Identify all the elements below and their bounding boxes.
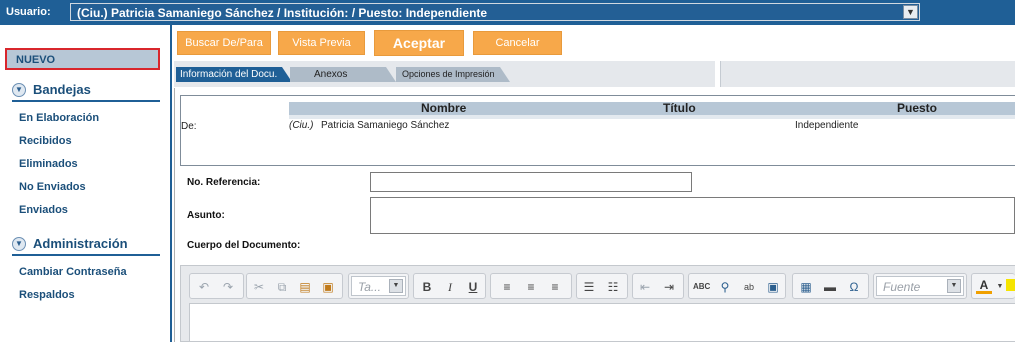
asunto-label: Asunto: [187,210,225,221]
align-center-icon[interactable]: ≡ [523,279,539,295]
tab-informacion[interactable]: Información del Docu. [176,67,292,82]
chevron-down-icon[interactable]: ▼ [389,279,403,293]
paste-icon[interactable]: ▤ [297,279,313,295]
spellcheck-icon[interactable]: ABC [693,279,710,295]
collapse-icon[interactable]: ▼ [12,237,26,251]
collapse-icon[interactable]: ▼ [12,83,26,97]
editor-group-align: ≡ ≡ ≡ [490,273,572,299]
sidebar-item-en-elaboracion[interactable]: En Elaboración [19,112,99,124]
editor-group-color: A ▼ [971,273,1015,299]
horizontal-rule-icon[interactable]: ▬ [822,279,838,295]
header-nombre: Nombre [421,101,467,115]
font-size-select[interactable]: Ta... ▼ [351,276,406,296]
editor-group-size: Ta... ▼ [348,273,409,299]
cut-icon[interactable]: ✂ [251,279,267,295]
recipient-prefix: (Ciu.) [289,120,314,131]
sidebar-item-recibidos[interactable]: Recibidos [19,135,72,147]
sidebar-item-eliminados[interactable]: Eliminados [19,158,78,170]
chevron-down-icon[interactable]: ▼ [903,5,918,19]
paste-word-icon[interactable]: ▣ [320,279,336,295]
outdent-icon[interactable]: ⇤ [637,279,653,295]
editor-toolbar: ↶ ↷ ✂ ⧉ ▤ ▣ Ta... ▼ B I U ≡ ≡ ≡ ☰ ☷ ⇤ ⇥ … [189,273,1015,301]
copy-icon[interactable]: ⧉ [274,279,290,295]
special-char-icon[interactable]: Ω [846,279,862,295]
indent-icon[interactable]: ⇥ [661,279,677,295]
align-left-icon[interactable]: ≡ [499,279,515,295]
font-family-select[interactable]: Fuente ▼ [876,276,964,296]
highlight-color-icon[interactable] [1006,279,1015,291]
tab-bar-extension [720,61,1015,87]
administracion-title: Administración [33,236,128,251]
bold-icon[interactable]: B [419,279,435,295]
cancelar-button[interactable]: Cancelar [473,31,562,55]
editor-group-font: Fuente ▼ [873,273,967,299]
referencia-label: No. Referencia: [187,177,261,188]
recipient-puesto: Independiente [795,120,859,131]
text-color-icon[interactable]: A [976,279,992,294]
editor-group-history: ↶ ↷ [189,273,244,299]
nuevo-label: NUEVO [16,54,56,66]
asunto-input[interactable] [370,197,1015,234]
cuerpo-label: Cuerpo del Documento: [187,240,301,251]
user-bar: Usuario: (Ciu.) Patricia Samaniego Sánch… [0,0,1015,25]
redo-icon[interactable]: ↷ [220,279,236,295]
editor-content-area[interactable] [189,303,1015,342]
tab-opciones-impresion[interactable]: Opciones de Impresión [396,67,510,82]
font-size-placeholder: Ta... [358,280,381,294]
sidebar: NUEVO ▼ Bandejas En Elaboración Recibido… [0,25,172,342]
find-icon[interactable]: ⚲ [717,279,733,295]
header-titulo: Título [663,101,696,115]
tab-anexos[interactable]: Anexos [290,67,396,82]
user-select[interactable]: (Ciu.) Patricia Samaniego Sánchez / Inst… [70,3,920,21]
user-select-value: (Ciu.) Patricia Samaniego Sánchez / Inst… [77,6,488,20]
sidebar-item-no-enviados[interactable]: No Enviados [19,181,86,193]
align-right-icon[interactable]: ≡ [547,279,563,295]
tab-informacion-label: Información del Docu. [180,69,278,80]
header-puesto: Puesto [897,101,938,115]
select-all-icon[interactable]: ▣ [765,279,781,295]
editor-group-style: B I U [413,273,486,299]
editor-group-insert: ▦ ▬ Ω [792,273,869,299]
numbered-list-icon[interactable]: ☰ [581,279,597,295]
tab-opciones-label: Opciones de Impresión [402,69,495,79]
buscar-de-para-button[interactable]: Buscar De/Para [177,31,271,55]
table-icon[interactable]: ▦ [798,279,814,295]
sidebar-item-respaldos[interactable]: Respaldos [19,289,75,301]
administracion-header[interactable]: ▼ Administración [12,236,160,256]
underline-icon[interactable]: U [465,279,481,295]
bandejas-header[interactable]: ▼ Bandejas [12,82,160,102]
tab-bar: Información del Docu. Anexos Opciones de… [174,61,715,87]
sidebar-item-cambiar-contrasena[interactable]: Cambiar Contraseña [19,266,127,278]
font-family-placeholder: Fuente [883,280,921,294]
referencia-input[interactable] [370,172,692,192]
bandejas-title: Bandejas [33,82,91,97]
nuevo-button[interactable]: NUEVO [5,48,160,70]
recipient-name[interactable]: Patricia Samaniego Sánchez [321,120,449,131]
de-label: De: [181,121,197,132]
recipients-header: Nombre Título Puesto [289,102,1015,115]
editor-group-tools: ABC ⚲ ab ▣ [688,273,786,299]
bulleted-list-icon[interactable]: ☷ [605,279,621,295]
tab-anexos-label: Anexos [314,69,348,80]
user-label: Usuario: [6,6,51,18]
recipients-row-strip [289,115,1015,119]
undo-icon[interactable]: ↶ [196,279,212,295]
aceptar-button[interactable]: Aceptar [374,30,464,56]
editor-group-lists: ☰ ☷ [576,273,628,299]
vista-previa-button[interactable]: Vista Previa [278,31,365,55]
replace-icon[interactable]: ab [741,279,757,295]
chevron-down-icon[interactable]: ▼ [947,279,961,293]
editor-group-indent: ⇤ ⇥ [632,273,684,299]
sidebar-item-enviados[interactable]: Enviados [19,204,68,216]
editor-group-clipboard: ✂ ⧉ ▤ ▣ [246,273,343,299]
italic-icon[interactable]: I [442,279,458,295]
